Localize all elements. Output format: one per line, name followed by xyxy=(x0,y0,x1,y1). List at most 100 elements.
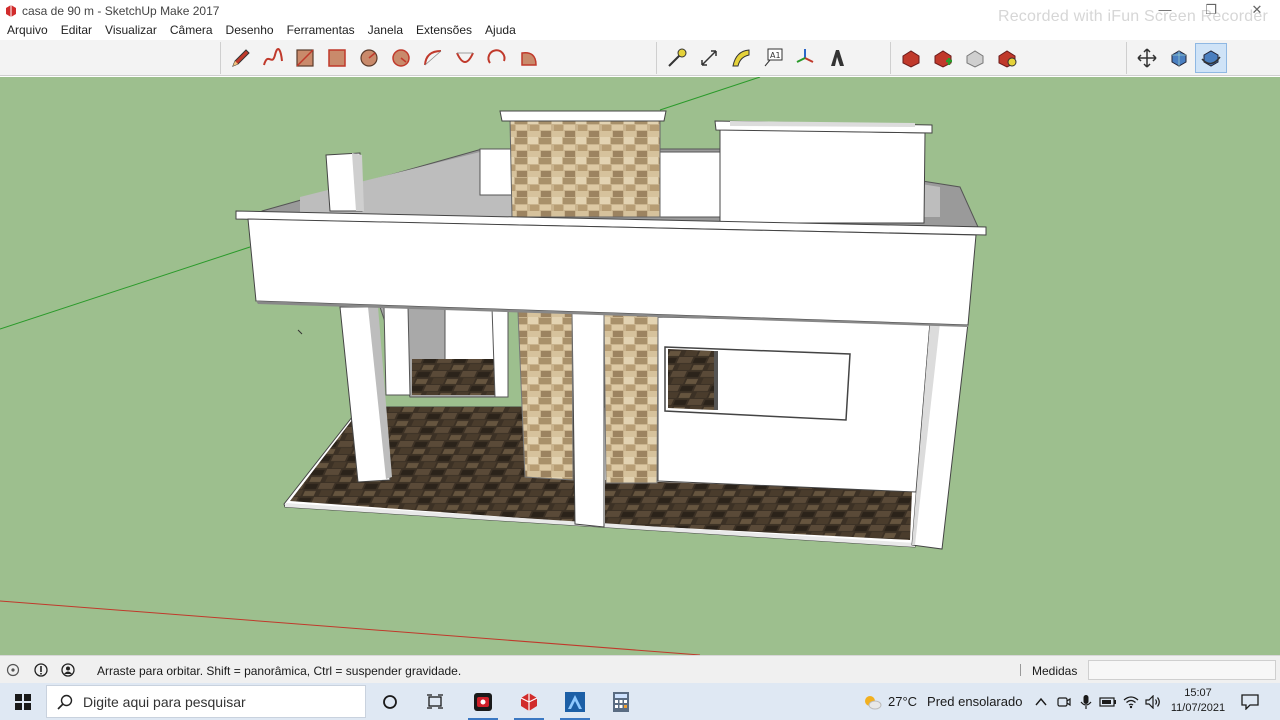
zoom-icon xyxy=(1171,50,1187,67)
share-component-button[interactable] xyxy=(959,43,991,73)
status-hint: Arraste para orbitar. Shift = panorâmica… xyxy=(97,664,462,678)
model-viewport[interactable] xyxy=(0,77,1280,655)
title-bar: casa de 90 m - SketchUp Make 2017 Record… xyxy=(0,0,1280,25)
tape-measure-icon xyxy=(668,48,687,67)
two-point-arc-tool-button[interactable] xyxy=(449,43,481,73)
protractor-icon xyxy=(732,49,750,67)
credits-icon[interactable] xyxy=(34,663,48,677)
meet-now-icon xyxy=(1057,696,1071,707)
screen-recorder-icon xyxy=(474,692,492,711)
battery-icon xyxy=(1099,696,1116,707)
menu-camera[interactable]: Câmera xyxy=(163,22,219,40)
two-point-arc-icon xyxy=(456,52,474,63)
weather-widget[interactable]: 27°C Pred ensolarado xyxy=(862,683,1022,720)
menu-janela[interactable]: Janela xyxy=(361,22,409,40)
water-tank xyxy=(719,128,926,224)
three-point-arc-tool-button[interactable] xyxy=(481,43,513,73)
tray-microphone[interactable] xyxy=(1075,683,1097,720)
tray-meet-now[interactable] xyxy=(1053,683,1075,720)
green-axis-far xyxy=(659,77,761,111)
menu-visualizar[interactable]: Visualizar xyxy=(98,22,163,40)
rotated-rectangle-icon xyxy=(328,49,346,67)
menu-desenho[interactable]: Desenho xyxy=(219,22,280,40)
measurements-input[interactable] xyxy=(1088,660,1276,680)
task-view-icon xyxy=(427,693,443,709)
taskbar-recorder[interactable] xyxy=(460,683,506,720)
taskbar-calculator[interactable] xyxy=(598,683,644,720)
notification-center-button[interactable] xyxy=(1236,683,1264,720)
pan-icon xyxy=(1137,48,1157,68)
rotated-rectangle-tool-button[interactable] xyxy=(321,43,353,73)
warehouse-toolbar xyxy=(890,42,1023,74)
zoom-tool-button[interactable] xyxy=(1163,43,1195,73)
sketchup-logo-icon xyxy=(6,5,16,17)
green-axis xyxy=(0,246,251,330)
start-button[interactable] xyxy=(0,683,46,720)
calculator-icon xyxy=(613,691,629,712)
status-separator xyxy=(1020,664,1021,676)
pan-tool-button[interactable] xyxy=(1131,43,1163,73)
menu-arquivo[interactable]: Arquivo xyxy=(0,22,54,40)
cortana-icon xyxy=(383,694,397,709)
polygon-icon xyxy=(392,49,410,67)
system-clock[interactable]: 15:07 11/07/2021 xyxy=(1166,686,1230,716)
menu-ferramentas[interactable]: Ferramentas xyxy=(280,22,361,40)
weather-temperature: 27°C xyxy=(888,694,918,709)
task-view-button[interactable] xyxy=(412,683,458,720)
share-component-icon xyxy=(966,50,984,68)
taskbar-app-blue[interactable] xyxy=(552,683,598,720)
tape-measure-tool-button[interactable] xyxy=(661,43,693,73)
user-account-icon[interactable] xyxy=(61,663,75,677)
freehand-icon xyxy=(263,47,283,66)
protractor-tool-button[interactable] xyxy=(725,43,757,73)
minimize-button[interactable]: — xyxy=(1142,0,1188,22)
tray-volume[interactable] xyxy=(1142,683,1164,720)
orbit-tool-button[interactable] xyxy=(1195,43,1227,73)
arc-tool-button[interactable] xyxy=(417,43,449,73)
sketchup-icon xyxy=(520,692,538,711)
weather-condition: Pred ensolarado xyxy=(927,694,1023,709)
3d-text-icon xyxy=(831,50,844,66)
pencil-tool-button[interactable] xyxy=(225,43,257,73)
rectangle-tool-button[interactable] xyxy=(289,43,321,73)
window-title: casa de 90 m - SketchUp Make 2017 xyxy=(22,4,220,18)
pie-tool-button[interactable] xyxy=(513,43,545,73)
toolbar: A1 xyxy=(0,40,1280,76)
freehand-tool-button[interactable] xyxy=(257,43,289,73)
rectangle-icon xyxy=(296,49,314,67)
close-button[interactable]: ✕ xyxy=(1234,0,1280,22)
chevron-up-icon xyxy=(1035,697,1047,705)
extension-warehouse-button[interactable] xyxy=(991,43,1023,73)
taskbar-search[interactable] xyxy=(46,685,366,718)
stone-column-left xyxy=(517,311,574,481)
share-model-button[interactable] xyxy=(927,43,959,73)
axes-tool-button[interactable] xyxy=(789,43,821,73)
search-input[interactable] xyxy=(83,686,359,717)
pencil-icon xyxy=(232,49,250,67)
drawing-toolbar xyxy=(220,42,545,74)
tray-wifi[interactable] xyxy=(1120,683,1142,720)
red-axis xyxy=(0,600,701,655)
menu-extensoes[interactable]: Extensões xyxy=(409,22,478,40)
text-tool-button[interactable]: A1 xyxy=(757,43,789,73)
circle-tool-button[interactable] xyxy=(353,43,385,73)
windows-logo-icon xyxy=(15,693,31,710)
house-model-drawing xyxy=(0,77,987,655)
3d-text-tool-button[interactable] xyxy=(821,43,853,73)
dimensions-tool-button[interactable] xyxy=(693,43,725,73)
menu-ajuda[interactable]: Ajuda xyxy=(478,22,522,40)
construction-toolbar: A1 xyxy=(656,42,853,74)
cortana-button[interactable] xyxy=(367,683,413,720)
dimensions-icon xyxy=(701,50,717,66)
geolocation-icon[interactable] xyxy=(6,663,20,677)
taskbar-sketchup[interactable] xyxy=(506,683,552,720)
search-icon xyxy=(57,694,73,710)
tray-battery[interactable] xyxy=(1097,683,1119,720)
wifi-icon xyxy=(1123,695,1139,708)
maximize-button[interactable]: ❐ xyxy=(1188,0,1234,22)
tray-show-hidden-button[interactable] xyxy=(1030,683,1052,720)
menu-editar[interactable]: Editar xyxy=(54,22,98,40)
warehouse-button[interactable] xyxy=(895,43,927,73)
text-icon: A1 xyxy=(764,48,783,67)
polygon-tool-button[interactable] xyxy=(385,43,417,73)
